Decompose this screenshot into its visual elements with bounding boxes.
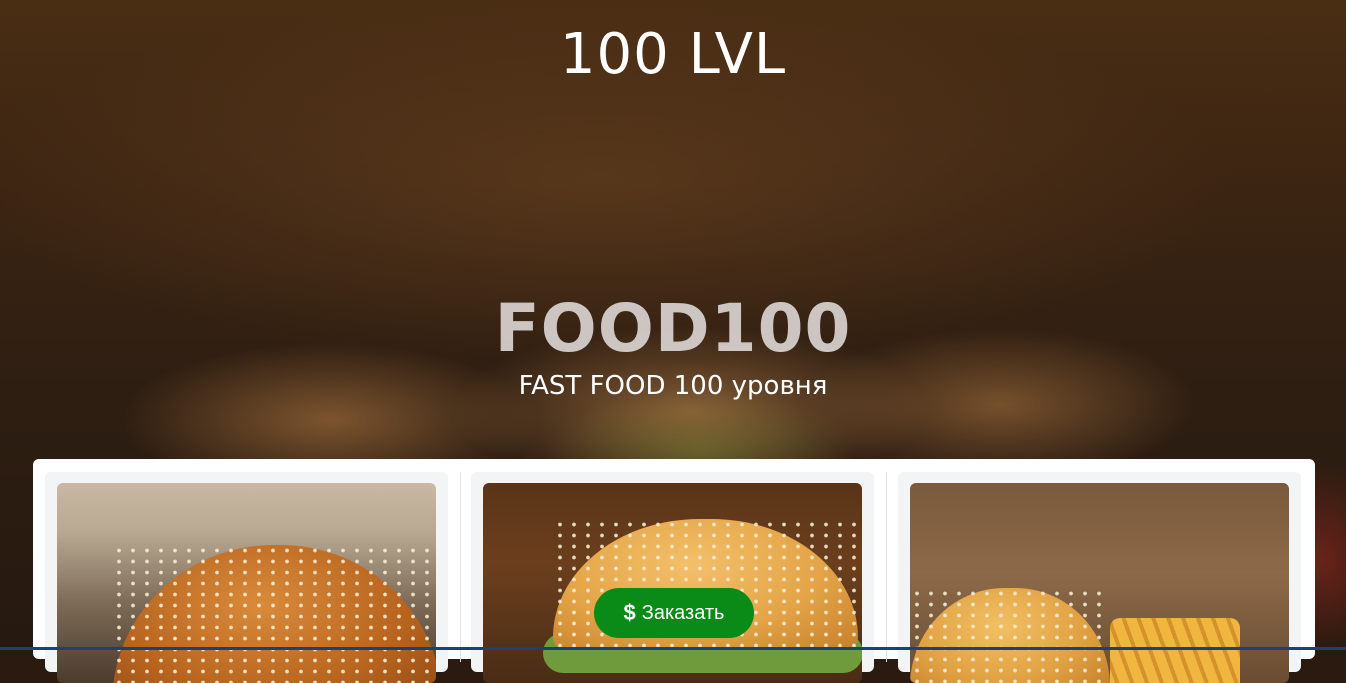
product-card-3[interactable] — [898, 472, 1301, 683]
product-card-2[interactable] — [471, 472, 874, 683]
dollar-icon: $ — [623, 600, 636, 625]
card-divider — [460, 472, 461, 662]
card-divider — [886, 472, 887, 662]
site-logo[interactable]: 100 LVL — [0, 22, 1346, 87]
fries — [1110, 618, 1240, 683]
hero-subtitle: FAST FOOD 100 уровня — [518, 371, 828, 401]
product-card-1[interactable] — [45, 472, 448, 683]
burger-fries-photo[interactable] — [910, 483, 1289, 683]
hero-title: FOOD100 — [494, 290, 852, 367]
order-button[interactable]: $ Заказать — [594, 588, 754, 638]
burger-photo-1[interactable] — [57, 483, 436, 683]
burger-photo-2[interactable] — [483, 483, 862, 683]
order-button-label: Заказать — [641, 601, 725, 624]
